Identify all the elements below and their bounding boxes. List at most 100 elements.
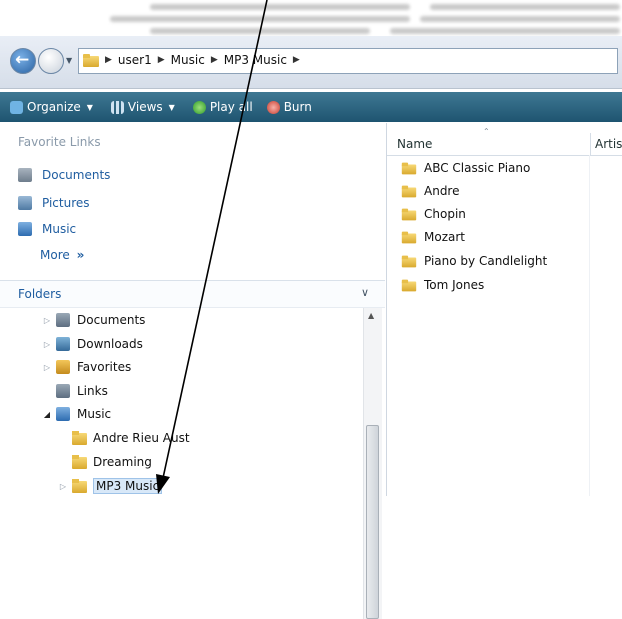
tree-item-label: Andre Rieu Aust — [93, 431, 190, 445]
breadcrumb-music[interactable]: Music — [171, 53, 205, 67]
favorite-link-music[interactable]: Music — [18, 222, 76, 236]
folder-icon — [72, 431, 87, 445]
views-button[interactable]: Views ▼ — [110, 100, 175, 114]
burn-disc-icon — [266, 100, 280, 114]
play-all-label: Play all — [209, 100, 253, 114]
folder-icon — [401, 231, 417, 243]
column-header-name[interactable]: Name — [397, 137, 432, 151]
address-bar[interactable]: ▶ user1 ▶ Music ▶ MP3 Music ▶ — [78, 48, 618, 74]
breadcrumb: ▶ user1 ▶ Music ▶ MP3 Music ▶ — [83, 53, 306, 67]
list-item[interactable]: Chopin — [401, 207, 466, 221]
expand-arrow-icon[interactable]: ▷ — [58, 482, 68, 491]
folders-scrollbar[interactable]: ▲ — [363, 308, 382, 619]
breadcrumb-mp3-music[interactable]: MP3 Music — [224, 53, 287, 67]
tree-item-label: Music — [77, 407, 112, 421]
chevron-down-icon: ▼ — [168, 102, 175, 112]
folder-icon — [401, 162, 417, 174]
background-document-text — [0, 0, 622, 40]
folder-icon — [401, 255, 417, 267]
folder-icon — [401, 279, 417, 291]
tree-item-downloads[interactable]: ▷ Downloads — [42, 337, 143, 351]
sort-arrow-icon: ⌃ — [483, 127, 490, 136]
file-name: Mozart — [424, 230, 465, 244]
recent-pages-chevron-icon[interactable]: ▼ — [66, 56, 72, 65]
file-name: Chopin — [424, 207, 466, 221]
tree-item-dreaming[interactable]: Dreaming — [58, 455, 152, 469]
tree-item-favorites[interactable]: ▷ Favorites — [42, 360, 131, 374]
burn-button[interactable]: Burn — [266, 100, 312, 114]
expand-arrow-icon[interactable]: ▷ — [42, 363, 52, 372]
forward-button[interactable] — [38, 48, 64, 74]
scroll-up-arrow-icon[interactable]: ▲ — [368, 311, 374, 320]
burn-label: Burn — [283, 100, 312, 114]
blur-line — [150, 28, 370, 34]
tree-item-label: Dreaming — [93, 455, 152, 469]
breadcrumb-separator-icon[interactable]: ▶ — [211, 55, 218, 65]
expand-arrow-icon[interactable]: ▷ — [42, 340, 52, 349]
music-icon — [56, 407, 70, 421]
favorite-link-label: Music — [42, 222, 77, 236]
list-item[interactable]: Piano by Candlelight — [401, 254, 547, 268]
favorite-link-documents[interactable]: Documents — [18, 168, 110, 182]
organize-icon — [10, 100, 23, 114]
folder-icon — [401, 208, 417, 220]
list-item[interactable]: Andre — [401, 184, 459, 198]
folders-header[interactable]: Folders ∨ — [0, 280, 385, 308]
file-name: Andre — [424, 184, 460, 198]
organize-button[interactable]: Organize ▼ — [10, 100, 93, 114]
navigation-bar: ▼ ▶ user1 ▶ Music ▶ MP3 Music ▶ — [0, 36, 622, 89]
tree-item-label: Favorites — [77, 360, 132, 374]
expand-arrow-icon[interactable]: ▷ — [42, 316, 52, 325]
column-divider[interactable] — [590, 133, 591, 155]
more-links-button[interactable]: More » — [40, 248, 84, 262]
chevron-down-icon: ▼ — [86, 102, 93, 112]
favorite-link-pictures[interactable]: Pictures — [18, 196, 90, 210]
links-icon — [56, 384, 70, 398]
folders-title: Folders — [18, 287, 62, 301]
more-label: More — [40, 248, 70, 262]
double-chevron-icon: » — [76, 248, 85, 262]
folder-icon — [401, 185, 417, 197]
tree-item-andre-rieu-aust[interactable]: Andre Rieu Aust — [58, 431, 190, 445]
favorite-link-label: Documents — [42, 168, 111, 182]
tree-item-label: Downloads — [77, 337, 143, 351]
column-gridline — [589, 155, 590, 496]
views-icon — [110, 100, 124, 114]
back-button[interactable] — [10, 48, 36, 74]
breadcrumb-separator-icon[interactable]: ▶ — [158, 55, 165, 65]
scrollbar-thumb[interactable] — [366, 425, 379, 619]
tree-item-label: MP3 Music — [93, 478, 163, 494]
file-name: ABC Classic Piano — [424, 161, 531, 175]
column-headers: ⌃ Name Artis — [387, 127, 622, 156]
breadcrumb-separator-icon[interactable]: ▶ — [293, 55, 300, 65]
play-all-button[interactable]: Play all — [192, 100, 253, 114]
chevron-down-icon[interactable]: ∨ — [361, 286, 369, 299]
blur-line — [150, 4, 410, 10]
music-icon — [18, 222, 32, 236]
tree-item-links[interactable]: Links — [42, 384, 108, 398]
tree-item-music[interactable]: ◢ Music — [42, 407, 111, 421]
list-item[interactable]: Tom Jones — [401, 278, 484, 292]
organize-label: Organize — [27, 100, 81, 114]
list-item[interactable]: ABC Classic Piano — [401, 161, 530, 175]
file-name: Tom Jones — [424, 278, 485, 292]
command-toolbar: Organize ▼ Views ▼ Play all Burn — [0, 92, 622, 122]
tree-item-label: Links — [77, 384, 108, 398]
documents-icon — [18, 168, 32, 182]
tree-item-mp3-music[interactable]: ▷ MP3 Music — [58, 478, 163, 494]
favorite-links-title: Favorite Links — [18, 135, 101, 149]
collapse-arrow-icon[interactable]: ◢ — [42, 410, 52, 419]
navigation-pane: Favorite Links Documents Pictures Music … — [0, 123, 385, 619]
tree-item-documents[interactable]: ▷ Documents — [42, 313, 145, 327]
list-item[interactable]: Mozart — [401, 230, 465, 244]
tree-item-label: Documents — [77, 313, 146, 327]
breadcrumb-separator-icon[interactable]: ▶ — [105, 55, 112, 65]
blur-line — [430, 4, 620, 10]
blur-line — [110, 16, 410, 22]
breadcrumb-user1[interactable]: user1 — [118, 53, 152, 67]
downloads-icon — [56, 337, 70, 351]
column-header-artist[interactable]: Artis — [595, 137, 622, 151]
favorites-star-icon — [56, 360, 70, 374]
file-list-pane: ⌃ Name Artis ABC Classic Piano Andre Cho… — [386, 123, 622, 496]
pictures-icon — [18, 196, 32, 210]
